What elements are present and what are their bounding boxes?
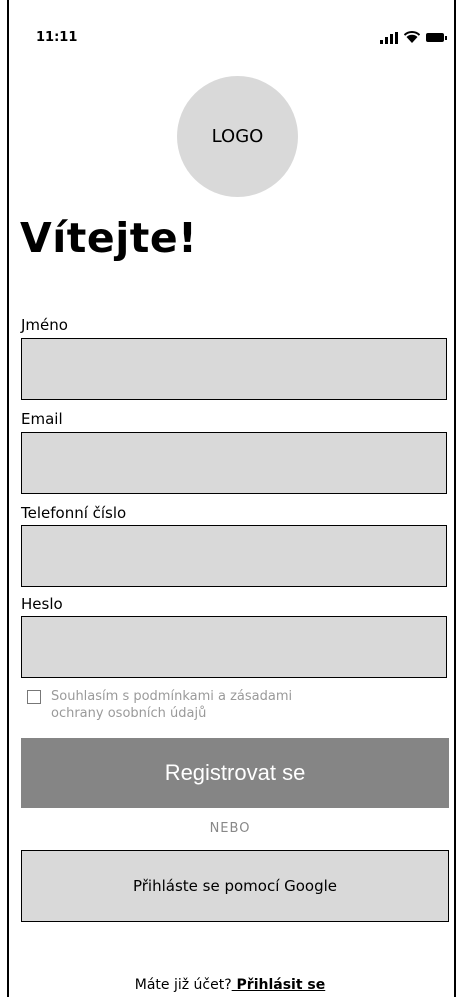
phone-label: Telefonní číslo bbox=[21, 504, 127, 522]
logo: LOGO bbox=[177, 76, 298, 197]
status-icons bbox=[380, 28, 447, 44]
name-label: Jméno bbox=[21, 316, 68, 334]
signal-icon bbox=[380, 32, 398, 44]
frame-border-left bbox=[7, 0, 9, 997]
consent-checkbox[interactable] bbox=[27, 690, 41, 704]
login-link[interactable]: Přihlásit se bbox=[232, 977, 326, 993]
name-field[interactable] bbox=[21, 338, 447, 400]
login-prompt: Máte již účet? Přihlásit se bbox=[0, 977, 460, 993]
email-label: Email bbox=[21, 410, 63, 428]
google-login-button[interactable]: Přihláste se pomocí Google bbox=[21, 850, 449, 922]
password-field[interactable] bbox=[21, 616, 447, 678]
page-title: Vítejte! bbox=[20, 214, 198, 262]
status-time: 11:11 bbox=[36, 30, 78, 45]
battery-icon bbox=[426, 33, 447, 42]
logo-text: LOGO bbox=[211, 126, 264, 147]
consent-row: Souhlasím s podmínkami a zásadami ochran… bbox=[27, 688, 341, 722]
frame-border-right bbox=[454, 0, 456, 997]
wifi-icon bbox=[404, 31, 420, 43]
or-divider: NEBO bbox=[209, 821, 251, 836]
phone-field[interactable] bbox=[21, 525, 447, 587]
password-label: Heslo bbox=[21, 595, 63, 613]
email-field[interactable] bbox=[21, 432, 447, 494]
register-button[interactable]: Registrovat se bbox=[21, 738, 449, 808]
login-question: Máte již účet? bbox=[134, 977, 232, 993]
consent-text: Souhlasím s podmínkami a zásadami ochran… bbox=[51, 689, 293, 721]
